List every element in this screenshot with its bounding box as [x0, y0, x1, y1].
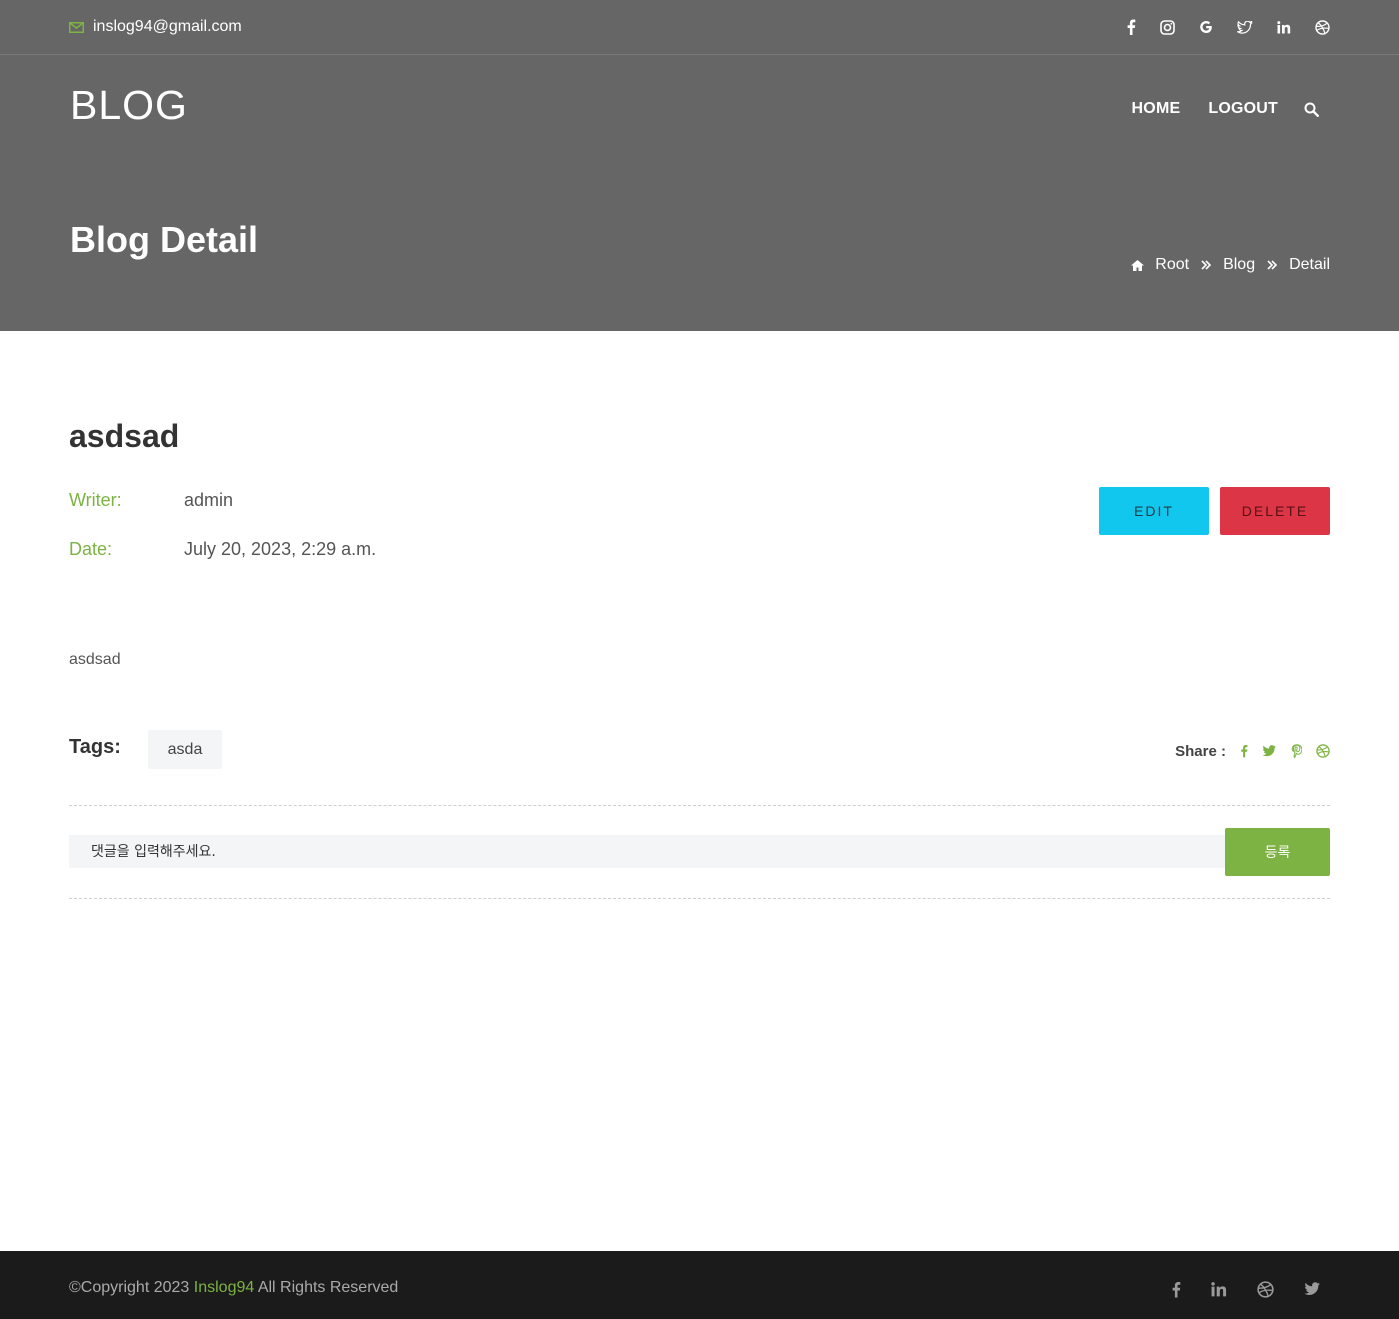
facebook-icon[interactable]: [1171, 1281, 1181, 1298]
main-nav: HOME LOGOUT: [1132, 98, 1319, 120]
twitter-icon[interactable]: [1262, 745, 1277, 757]
instagram-icon[interactable]: [1160, 19, 1175, 35]
copyright-brand-link[interactable]: Inslog94: [194, 1279, 255, 1296]
double-chevron-right-icon: [1201, 260, 1212, 270]
top-social-links: [1126, 17, 1330, 37]
copyright-prefix: ©Copyright 2023: [69, 1279, 190, 1296]
search-icon[interactable]: [1304, 102, 1319, 117]
envelope-icon: [69, 21, 84, 33]
divider: [69, 898, 1330, 899]
breadcrumb: Root Blog Detail: [1130, 254, 1330, 276]
email-text: inslog94@gmail.com: [93, 18, 242, 35]
nav-home-link[interactable]: HOME: [1132, 100, 1181, 118]
twitter-icon[interactable]: [1304, 1282, 1321, 1296]
page-title: Blog Detail: [70, 219, 259, 260]
breadcrumb-blog[interactable]: Blog: [1223, 256, 1255, 274]
comment-input[interactable]: [69, 835, 1225, 868]
comment-submit-button[interactable]: 등록: [1225, 828, 1330, 876]
copyright-suffix: All Rights Reserved: [257, 1279, 399, 1296]
double-chevron-right-icon: [1267, 260, 1278, 270]
footer-social-links: [1171, 1277, 1321, 1301]
share-links: Share :: [1175, 740, 1330, 762]
tag-chip[interactable]: asda: [148, 730, 222, 769]
post-title: asdsad: [69, 418, 180, 454]
post-date-row: Date: July 20, 2023, 2:29 a.m.: [69, 537, 376, 561]
writer-value: admin: [184, 489, 234, 510]
home-icon[interactable]: [1130, 259, 1145, 272]
google-icon[interactable]: [1199, 20, 1213, 34]
copyright-text: ©Copyright 2023 Inslog94 All Rights Rese…: [69, 1279, 398, 1297]
date-label: Date:: [69, 538, 113, 559]
page-header: inslog94@gmail.com BLOG HOME LOGOUT Blog…: [0, 0, 1399, 331]
post-writer-row: Writer: admin: [69, 488, 233, 512]
tags-label: Tags:: [69, 736, 121, 758]
dribbble-icon[interactable]: [1257, 1280, 1274, 1298]
divider: [69, 805, 1330, 806]
twitter-icon[interactable]: [1237, 20, 1253, 34]
pinterest-icon[interactable]: [1291, 744, 1302, 758]
dribbble-icon[interactable]: [1315, 19, 1330, 35]
site-logo[interactable]: BLOG: [70, 82, 188, 128]
linkedin-icon[interactable]: [1211, 1281, 1227, 1297]
edit-button[interactable]: EDIT: [1099, 487, 1209, 535]
breadcrumb-detail: Detail: [1289, 256, 1330, 273]
contact-email[interactable]: inslog94@gmail.com: [69, 17, 242, 37]
dribbble-icon[interactable]: [1316, 744, 1330, 758]
breadcrumb-root[interactable]: Root: [1155, 256, 1189, 274]
nav-logout-link[interactable]: LOGOUT: [1208, 100, 1278, 118]
share-label: Share :: [1175, 742, 1226, 760]
delete-button[interactable]: DELETE: [1220, 487, 1330, 535]
facebook-icon[interactable]: [1126, 19, 1136, 35]
footer: ©Copyright 2023 Inslog94 All Rights Rese…: [0, 1251, 1399, 1319]
facebook-icon[interactable]: [1240, 744, 1248, 758]
top-bar: inslog94@gmail.com: [0, 0, 1399, 55]
writer-label: Writer:: [69, 489, 122, 510]
date-value: July 20, 2023, 2:29 a.m.: [184, 538, 377, 559]
linkedin-icon[interactable]: [1277, 20, 1291, 34]
post-content: asdsad: [69, 651, 121, 668]
